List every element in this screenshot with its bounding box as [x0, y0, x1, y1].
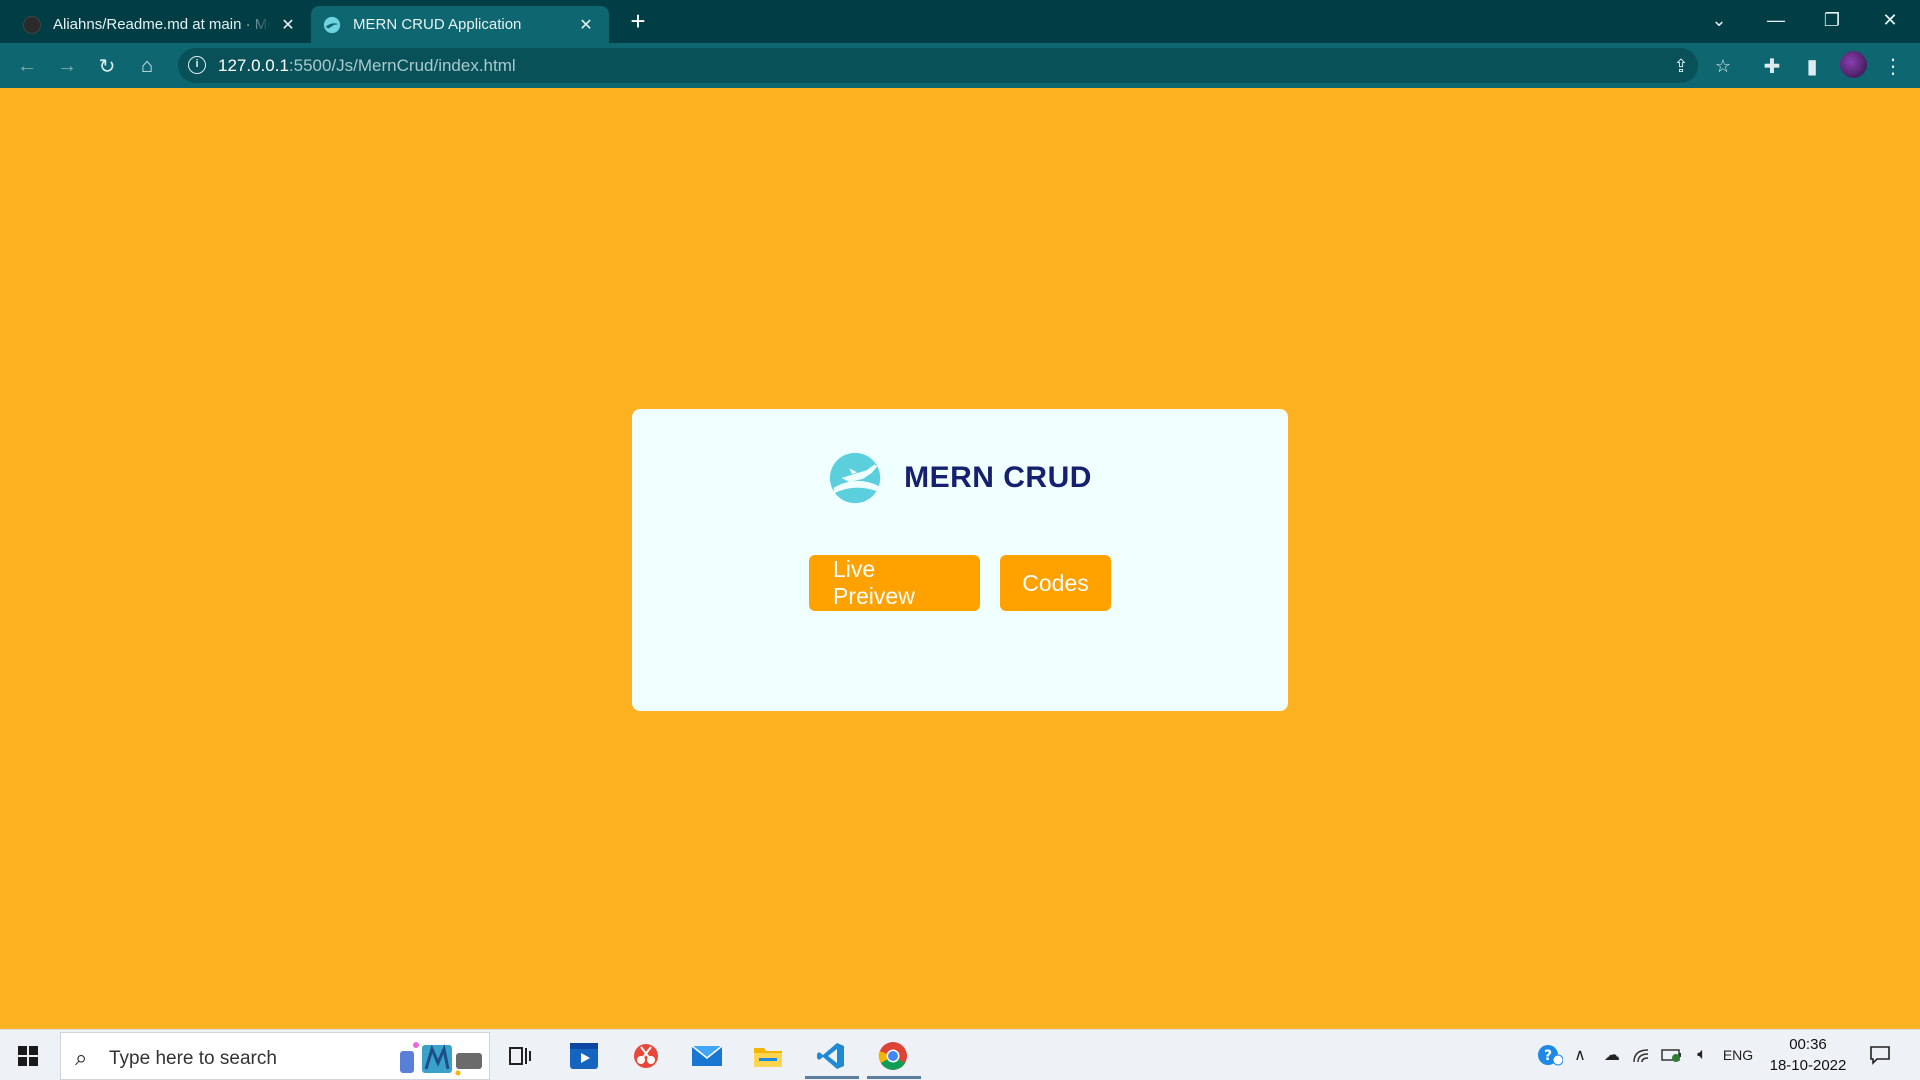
extensions-icon[interactable]: ✚: [1757, 51, 1787, 81]
clock-date: 18-10-2022: [1769, 1057, 1847, 1074]
github-icon: [23, 15, 41, 34]
chrome-icon[interactable]: [876, 1039, 910, 1073]
side-panel-icon[interactable]: ▮: [1797, 51, 1827, 81]
tab-title: Aliahns/Readme.md at main · Mo: [53, 16, 271, 33]
address-bar[interactable]: i 127.0.0.1:5500/Js/MernCrud/index.html …: [178, 48, 1731, 83]
bookmark-star-icon[interactable]: ☆: [1710, 53, 1736, 79]
share-icon[interactable]: ⇪: [1668, 53, 1694, 79]
forward-arrow-icon[interactable]: →: [52, 51, 82, 81]
close-tab-icon[interactable]: ✕: [277, 15, 299, 35]
new-tab-button[interactable]: +: [624, 8, 652, 36]
snip-tool-icon[interactable]: [629, 1039, 663, 1073]
codes-button[interactable]: Codes: [1000, 555, 1111, 611]
site-info-icon[interactable]: i: [188, 56, 206, 74]
svg-text:?: ?: [1544, 1048, 1552, 1064]
volume-icon[interactable]: 🔈︎: [1688, 1039, 1716, 1071]
video-player-icon[interactable]: [567, 1039, 601, 1073]
chrome-active-indicator: [867, 1076, 921, 1079]
browser-toolbar: ← → ↻ ⌂ i 127.0.0.1:5500/Js/MernCrud/ind…: [0, 43, 1920, 88]
home-icon[interactable]: ⌂: [132, 51, 162, 81]
url-text[interactable]: 127.0.0.1:5500/Js/MernCrud/index.html: [218, 56, 516, 76]
live-preview-button[interactable]: Live Preivew: [809, 555, 980, 611]
clock-time: 00:36: [1789, 1036, 1827, 1053]
minimize-button[interactable]: —: [1748, 0, 1804, 40]
menu-icon[interactable]: ⋮: [1878, 51, 1908, 81]
battery-icon[interactable]: [1658, 1039, 1686, 1071]
tab-search-icon[interactable]: ⌄: [1691, 0, 1747, 40]
profile-avatar[interactable]: [1840, 51, 1867, 78]
app-logo-icon: [323, 16, 341, 33]
taskbar-search-box[interactable]: ⌕ Type here to search: [60, 1032, 490, 1080]
show-hidden-icons-icon[interactable]: ∧: [1568, 1039, 1592, 1071]
brand-header: MERN CRUD: [632, 449, 1288, 507]
reload-icon[interactable]: ↻: [92, 51, 122, 81]
help-icon[interactable]: ?: [1535, 1039, 1565, 1071]
back-arrow-icon[interactable]: ←: [12, 51, 42, 81]
taskbar-clock[interactable]: 00:36 18-10-2022: [1765, 1034, 1851, 1076]
tab-title: MERN CRUD Application: [353, 16, 522, 33]
task-view-icon[interactable]: [503, 1039, 537, 1073]
wifi-icon[interactable]: [1628, 1039, 1656, 1071]
plane-logo-icon: [830, 452, 883, 504]
search-highlight-icon: [400, 1042, 482, 1076]
close-tab-icon[interactable]: ✕: [575, 15, 597, 35]
main-card: MERN CRUD Live Preivew Codes: [632, 409, 1288, 711]
close-window-button[interactable]: ✕: [1862, 0, 1918, 40]
mail-icon[interactable]: [690, 1039, 724, 1073]
notifications-icon[interactable]: [1864, 1039, 1896, 1071]
search-icon: ⌕: [75, 1045, 88, 1070]
button-row: Live Preivew Codes: [632, 555, 1288, 611]
vscode-icon[interactable]: [814, 1039, 848, 1073]
tab-readme[interactable]: Aliahns/Readme.md at main · Mo ✕: [11, 6, 311, 43]
vscode-active-indicator: [805, 1076, 859, 1079]
browser-tabstrip: Aliahns/Readme.md at main · Mo ✕ MERN CR…: [0, 0, 1920, 43]
windows-start-icon[interactable]: [18, 1046, 38, 1066]
page-title: MERN CRUD: [904, 461, 1092, 494]
search-placeholder[interactable]: Type here to search: [109, 1048, 277, 1070]
onedrive-icon[interactable]: ☁: [1597, 1039, 1627, 1071]
restore-button[interactable]: ❐: [1804, 0, 1860, 40]
language-indicator[interactable]: ENG: [1720, 1039, 1756, 1071]
tab-mern-crud[interactable]: MERN CRUD Application ✕: [311, 6, 609, 43]
file-explorer-icon[interactable]: [751, 1039, 785, 1073]
